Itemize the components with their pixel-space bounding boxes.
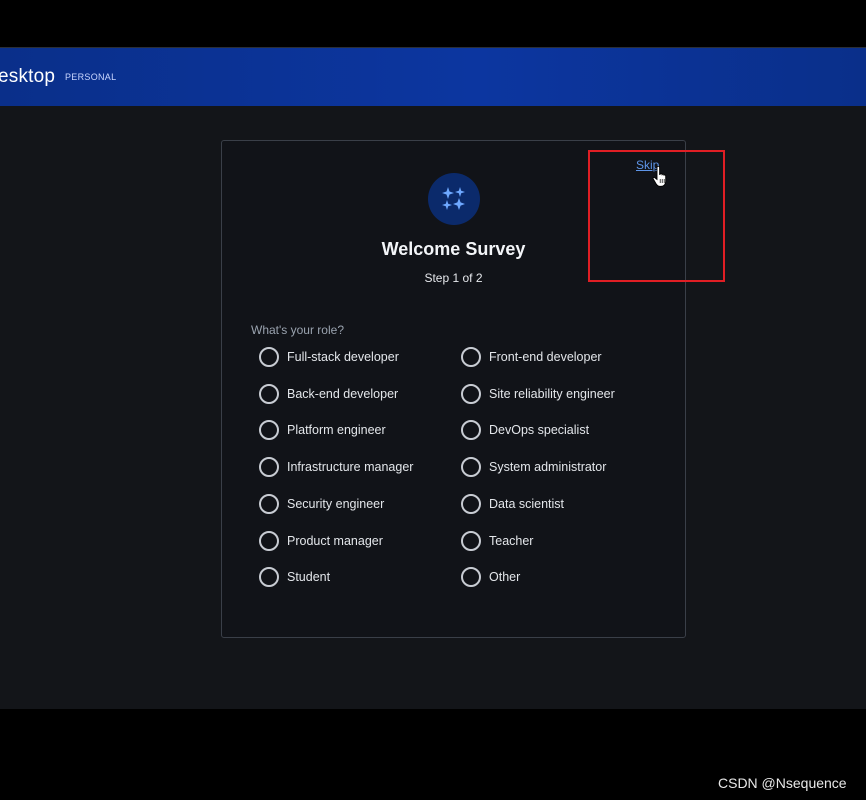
radio-button[interactable] [461,567,481,587]
option-label: Student [287,570,331,584]
role-option-security-engineer[interactable]: Security engineer [259,493,384,515]
option-label: Other [489,570,521,584]
radio-button[interactable] [461,420,481,440]
sparkles-icon [428,173,480,225]
option-label: Site reliability engineer [489,387,615,401]
role-question: What's your role? [251,323,344,337]
role-option-site-reliability-engineer[interactable]: Site reliability engineer [461,383,615,405]
radio-button[interactable] [259,531,279,551]
role-option-infrastructure-manager[interactable]: Infrastructure manager [259,456,413,478]
option-label: DevOps specialist [489,423,590,437]
option-label: Back-end developer [287,387,399,401]
option-label: Product manager [287,534,383,548]
role-option-data-scientist[interactable]: Data scientist [461,493,564,515]
radio-button[interactable] [259,457,279,477]
radio-button[interactable] [259,567,279,587]
screenshot: esktop PERSONAL Skip Welcome Survey Step… [0,0,866,800]
plan-badge: PERSONAL [65,72,117,82]
option-label: Full-stack developer [287,350,399,364]
role-option-front-end-developer[interactable]: Front-end developer [461,346,602,368]
radio-button[interactable] [461,494,481,514]
role-option-product-manager[interactable]: Product manager [259,530,383,552]
role-option-back-end-developer[interactable]: Back-end developer [259,383,398,405]
radio-button[interactable] [259,384,279,404]
role-option-full-stack-developer[interactable]: Full-stack developer [259,346,399,368]
role-option-teacher[interactable]: Teacher [461,530,533,552]
radio-button[interactable] [461,531,481,551]
radio-button[interactable] [259,420,279,440]
role-option-platform-engineer[interactable]: Platform engineer [259,419,386,441]
option-label: Security engineer [287,497,385,511]
radio-button[interactable] [259,494,279,514]
top-bar: esktop PERSONAL [0,48,866,106]
option-label: Data scientist [489,497,565,511]
option-label: Teacher [489,534,534,548]
radio-button[interactable] [259,347,279,367]
role-option-student[interactable]: Student [259,566,330,588]
brand-name: esktop [0,66,56,87]
option-label: System administrator [489,460,607,474]
role-option-devops-specialist[interactable]: DevOps specialist [461,419,589,441]
radio-button[interactable] [461,457,481,477]
radio-button[interactable] [461,384,481,404]
option-label: Front-end developer [489,350,602,364]
option-label: Platform engineer [287,423,386,437]
radio-button[interactable] [461,347,481,367]
option-label: Infrastructure manager [287,460,414,474]
role-option-system-administrator[interactable]: System administrator [461,456,606,478]
highlight-annotation-box [588,150,725,282]
watermark: CSDN @Nsequence [718,775,847,791]
role-option-other[interactable]: Other [461,566,520,588]
